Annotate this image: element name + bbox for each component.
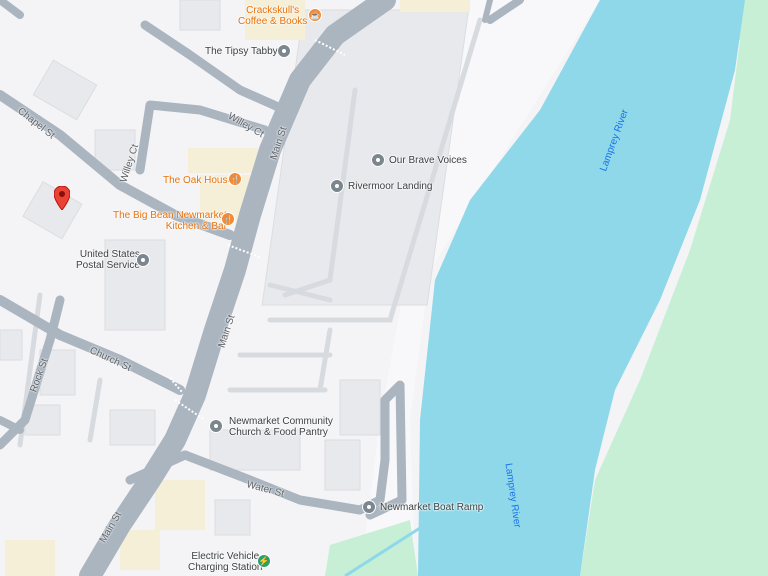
oak-house-label: The Oak House <box>163 175 234 186</box>
tipsy-tabby-label: The Tipsy Tabby <box>205 46 278 57</box>
rivermoor-landing-label: Rivermoor Landing <box>348 181 433 192</box>
restaurant-icon: 🍴 <box>228 172 242 186</box>
place-pin-icon <box>371 153 385 167</box>
place-pin-icon <box>277 44 291 58</box>
ev-charging-icon: ⚡ <box>257 554 271 568</box>
community-church-label: Newmarket Community Church & Food Pantry <box>229 416 333 438</box>
our-brave-voices-label: Our Brave Voices <box>389 155 467 166</box>
map-canvas[interactable]: Crackskull's Coffee & Books ☕ The Tipsy … <box>0 0 768 576</box>
place-pin-icon <box>330 179 344 193</box>
cafe-icon: ☕ <box>308 8 322 22</box>
church-cross-icon <box>209 419 223 433</box>
restaurant-icon: 🍴 <box>221 212 235 226</box>
usps-label: United States Postal Service <box>76 249 140 271</box>
boat-ramp-label: Newmarket Boat Ramp <box>380 502 484 513</box>
crackskulls-label: Crackskull's Coffee & Books <box>238 5 308 27</box>
mail-icon <box>136 253 150 267</box>
ev-station-label: Electric Vehicle Charging Station <box>188 551 263 573</box>
dropped-pin-icon[interactable] <box>54 186 70 210</box>
big-bean-label: The Big Bean Newmarket Kitchen & Bar <box>113 210 227 232</box>
place-pin-icon <box>362 500 376 514</box>
map-base-layer <box>0 0 768 576</box>
